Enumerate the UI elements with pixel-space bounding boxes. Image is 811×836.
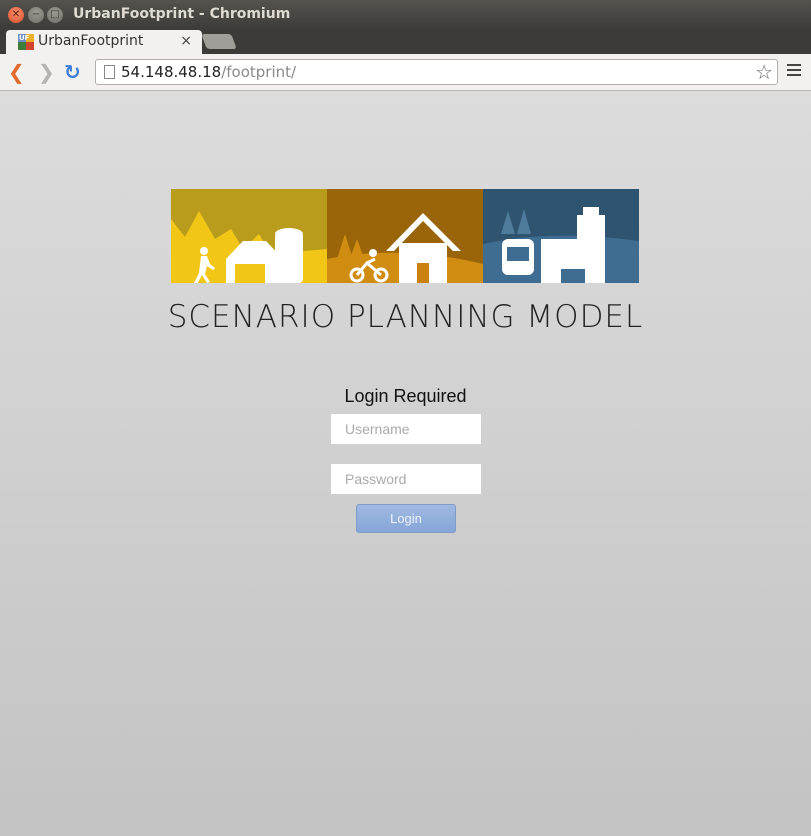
window-close-button[interactable]: ✕ xyxy=(8,7,24,23)
login-heading: Login Required xyxy=(344,386,467,406)
tab-close-icon[interactable]: × xyxy=(180,33,192,49)
username-field[interactable] xyxy=(331,414,481,444)
banner-illustration xyxy=(171,189,639,283)
address-bar[interactable]: 54.148.48.18/footprint/ ☆ xyxy=(95,59,778,85)
password-field[interactable] xyxy=(331,464,481,494)
url-text[interactable]: 54.148.48.18/footprint/ xyxy=(121,63,296,81)
new-tab-button[interactable] xyxy=(201,34,237,49)
page-content: SCENARIO PLANNING MODEL Login Required L… xyxy=(0,91,811,836)
window-maximize-button[interactable]: □ xyxy=(47,7,63,23)
star-icon[interactable]: ☆ xyxy=(755,60,773,84)
url-path: /footprint/ xyxy=(221,63,297,81)
forward-arrow-icon[interactable]: ❯ xyxy=(38,62,55,82)
browser-tab[interactable]: UF UrbanFootprint × xyxy=(6,30,202,54)
tab-strip: UF UrbanFootprint × xyxy=(0,30,811,54)
window-title: UrbanFootprint - Chromium xyxy=(73,6,291,22)
favicon-label: UF xyxy=(19,34,30,42)
back-arrow-icon[interactable]: ❮ xyxy=(8,62,25,82)
page-icon xyxy=(104,65,115,79)
hamburger-menu-icon[interactable] xyxy=(787,64,801,78)
favicon-icon: UF xyxy=(18,34,34,50)
reload-icon[interactable]: ↻ xyxy=(64,62,81,82)
tab-title: UrbanFootprint xyxy=(38,33,144,49)
login-button[interactable]: Login xyxy=(356,504,456,533)
window-minimize-button[interactable]: − xyxy=(28,7,44,23)
page-headline: SCENARIO PLANNING MODEL xyxy=(167,299,644,335)
url-host: 54.148.48.18 xyxy=(121,63,222,81)
browser-toolbar: ❮ ❯ ↻ 54.148.48.18/footprint/ ☆ xyxy=(0,54,811,91)
window-titlebar: ✕ − □ UrbanFootprint - Chromium xyxy=(0,0,811,30)
